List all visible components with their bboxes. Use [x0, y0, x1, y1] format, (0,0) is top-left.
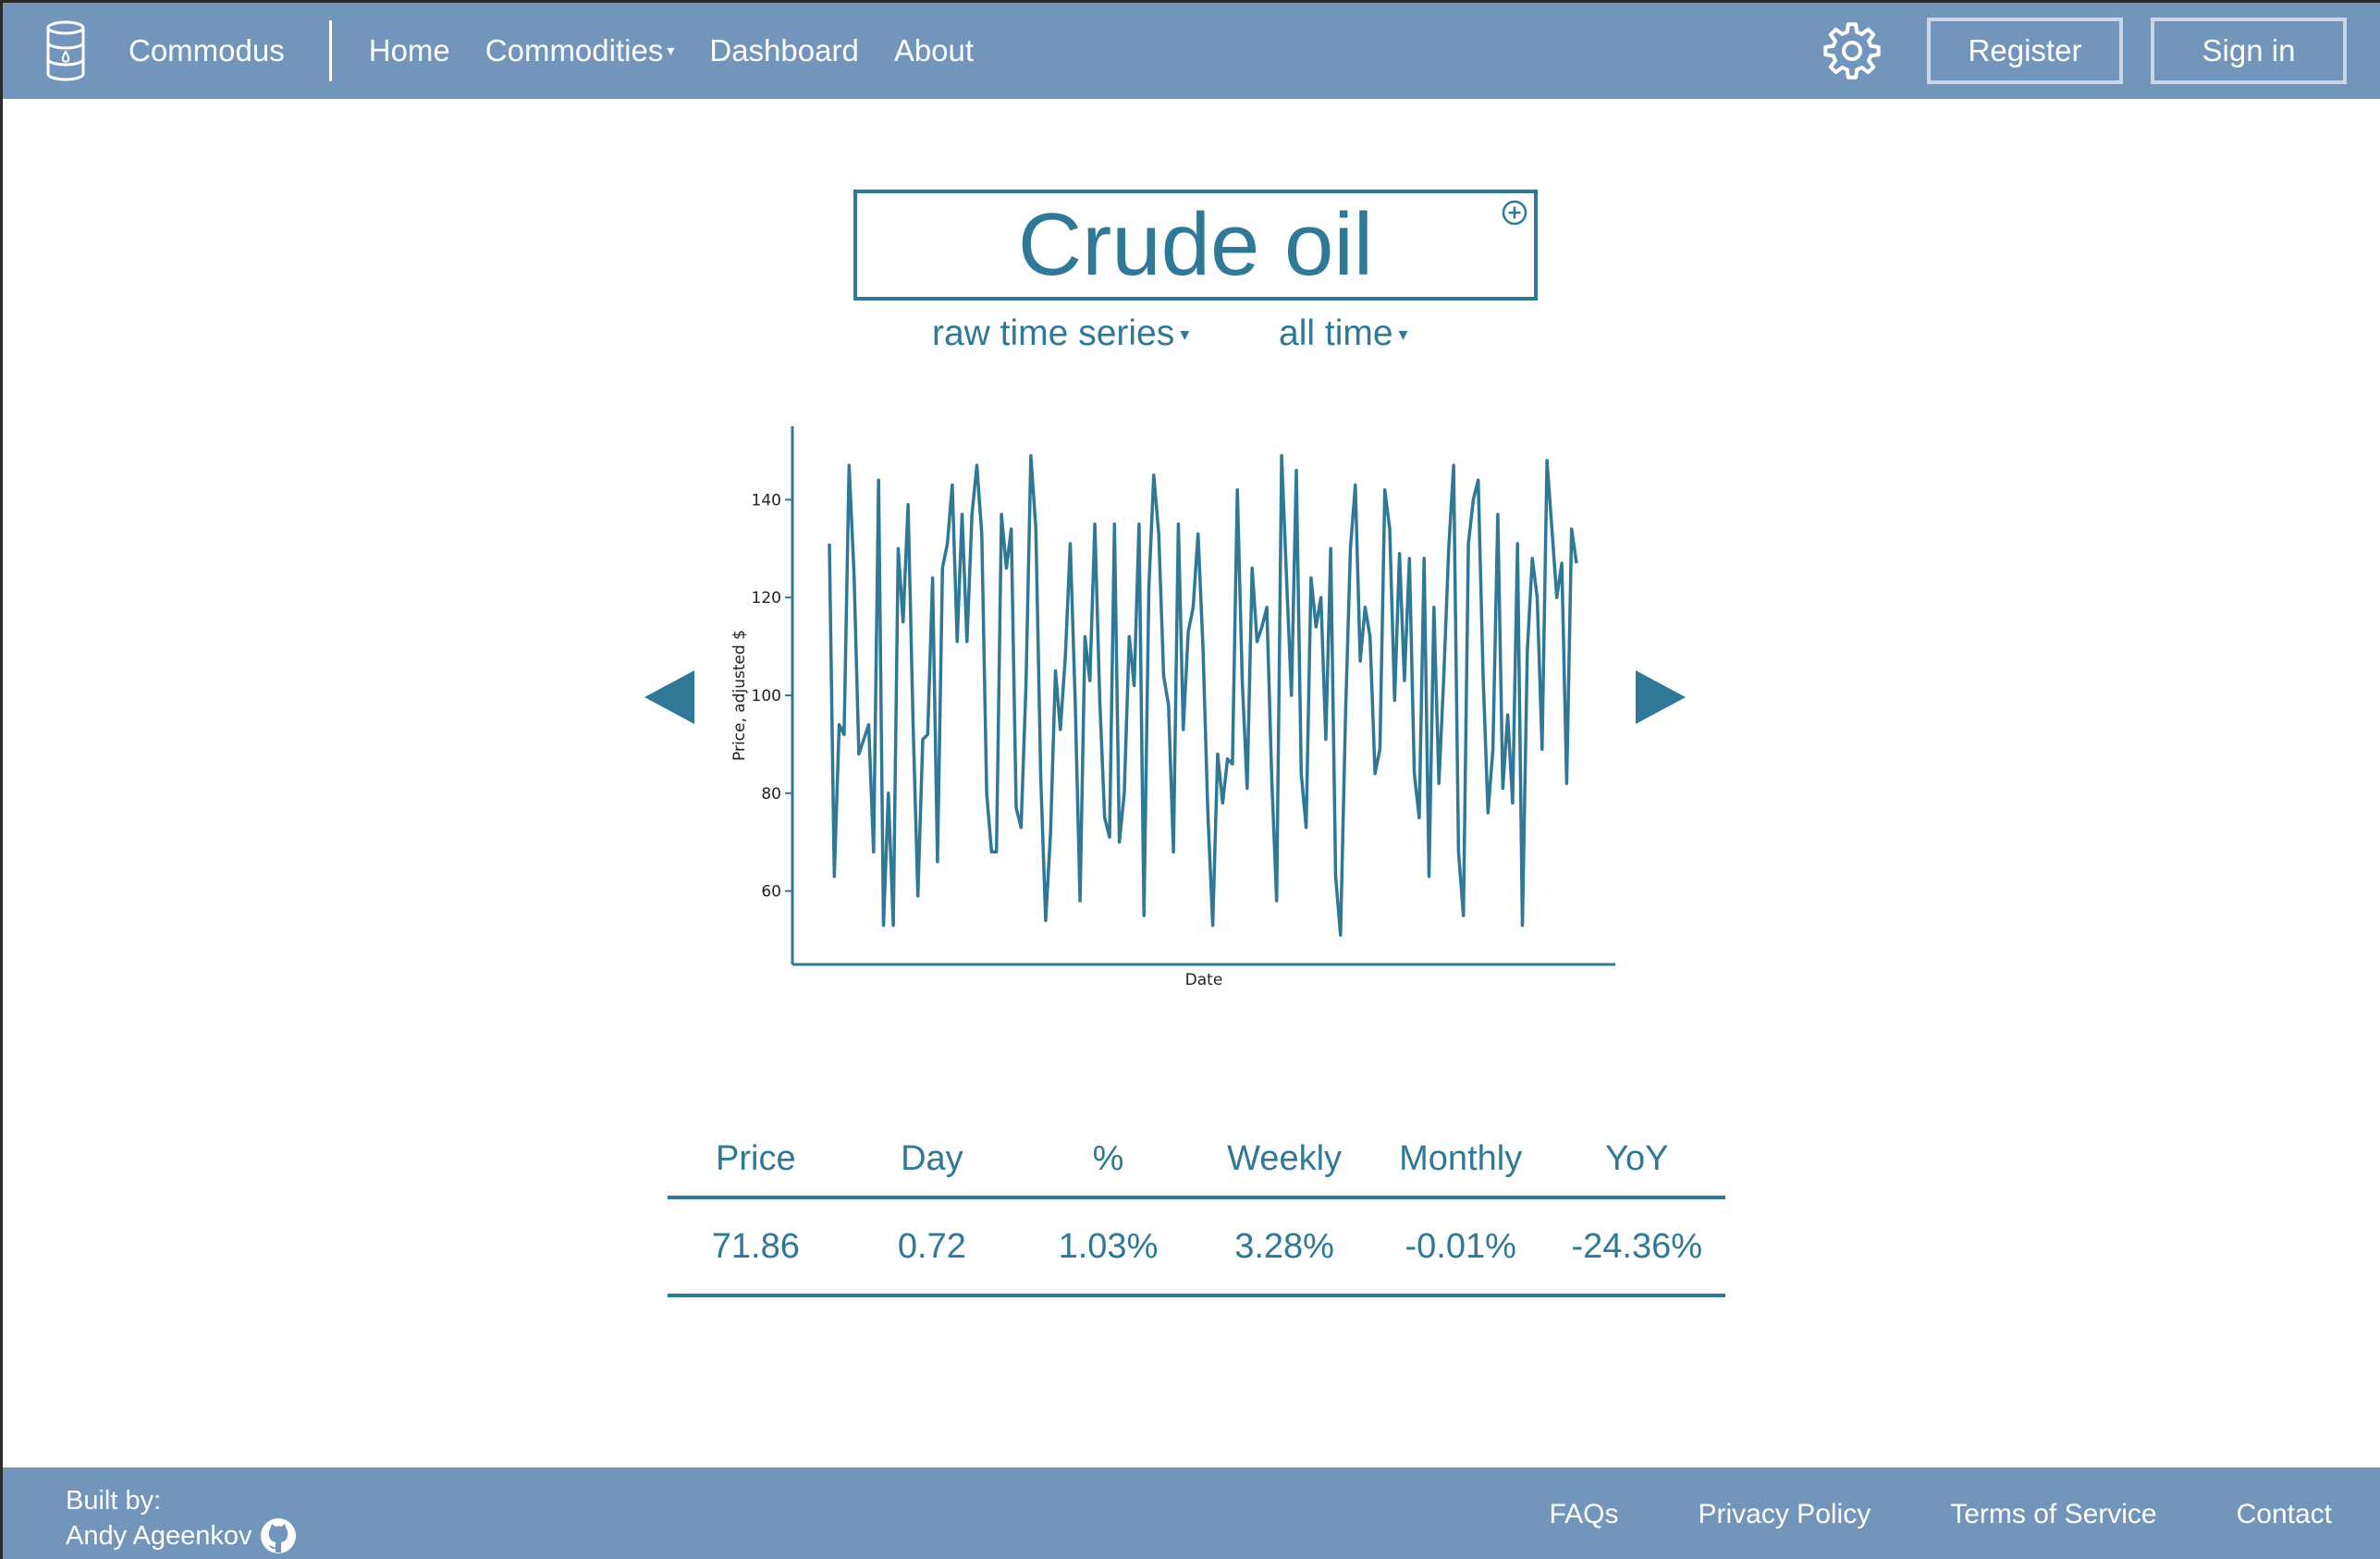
stats-value-row: 71.86 0.72 1.03% 3.28% -0.01% -24.36% [668, 1199, 1725, 1294]
stats-bottom-border [668, 1294, 1725, 1297]
stats-header-weekly: Weekly [1227, 1138, 1343, 1178]
x-axis-label: Date [1185, 971, 1223, 989]
top-navbar: Commodus Home Commodities ▾ Dashboard Ab… [3, 3, 2380, 99]
stats-header-day: Day [901, 1138, 963, 1178]
y-tick-label: 60 [761, 883, 781, 902]
next-commodity-arrow-icon[interactable] [1636, 670, 1686, 724]
brand-name[interactable]: Commodus [129, 33, 285, 68]
gear-icon[interactable] [1823, 22, 1881, 80]
footer: Built by: Andy Ageenkov FAQs Privacy Pol… [3, 1467, 2380, 1559]
nav-link-dashboard[interactable]: Dashboard [709, 33, 858, 68]
nav-links: Home Commodities ▾ Dashboard About [369, 33, 1009, 68]
stats-header-yoy: YoY [1605, 1138, 1669, 1178]
stats-header-row: Price Day % Weekly Monthly YoY [668, 1122, 1725, 1196]
stats-value-yoy: -24.36% [1571, 1226, 1703, 1266]
github-icon[interactable] [260, 1517, 297, 1554]
plus-circle-icon[interactable] [1501, 199, 1528, 227]
footer-link-privacy-policy[interactable]: Privacy Policy [1699, 1499, 1871, 1530]
series-mode-select[interactable]: raw time series ▾ [932, 313, 1189, 354]
footer-link-contact[interactable]: Contact [2237, 1499, 2332, 1530]
chevron-down-icon: ▾ [1398, 324, 1408, 345]
stats-value-weekly: 3.28% [1234, 1226, 1334, 1266]
author-name: Andy Ageenkov [66, 1521, 252, 1551]
chart-selectors: raw time series ▾ all time ▾ [3, 313, 2380, 360]
y-tick-label: 80 [761, 785, 781, 804]
price-chart: 60 80 100 120 140 Price, adjusted $ Date [730, 426, 1615, 989]
time-range-value: all time [1279, 313, 1393, 353]
stats-header-monthly: Monthly [1399, 1138, 1523, 1178]
footer-link-faqs[interactable]: FAQs [1549, 1499, 1618, 1530]
y-axis-label: Price, adjusted $ [730, 630, 749, 761]
price-series-line [828, 453, 1578, 938]
y-tick-label: 100 [752, 687, 781, 706]
nav-link-home[interactable]: Home [369, 33, 450, 68]
built-by-label: Built by: [66, 1486, 162, 1516]
chevron-down-icon: ▾ [1180, 324, 1190, 345]
nav-divider [328, 20, 332, 81]
nav-link-about[interactable]: About [894, 33, 974, 68]
stats-value-price: 71.86 [711, 1226, 800, 1266]
nav-link-commodities-label: Commodities [485, 33, 664, 68]
app-window: Commodus Home Commodities ▾ Dashboard Ab… [0, 0, 2380, 1559]
commodity-title-box: Crude oil [853, 190, 1538, 301]
footer-credits: Built by: Andy Ageenkov [66, 1484, 297, 1554]
stats-value-day: 0.72 [897, 1226, 966, 1266]
stats-header-percent: % [1092, 1138, 1124, 1178]
oil-barrel-icon [46, 20, 85, 81]
sign-in-button[interactable]: Sign in [2151, 18, 2347, 84]
footer-links: FAQs Privacy Policy Terms of Service Con… [1549, 1467, 2332, 1559]
previous-commodity-arrow-icon[interactable] [644, 670, 694, 724]
stats-value-monthly: -0.01% [1405, 1226, 1516, 1266]
y-tick-label: 140 [752, 491, 781, 509]
stats-value-percent: 1.03% [1058, 1226, 1159, 1266]
stats-table: Price Day % Weekly Monthly YoY 71.86 0.7… [668, 1122, 1725, 1297]
nav-actions: Register Sign in [1823, 18, 2380, 84]
y-tick-label: 120 [752, 589, 781, 608]
stats-header-price: Price [716, 1138, 796, 1178]
nav-link-commodities[interactable]: Commodities ▾ [485, 33, 675, 68]
page-title: Crude oil [1017, 195, 1374, 294]
series-mode-value: raw time series [932, 313, 1175, 353]
brand[interactable]: Commodus [3, 3, 285, 99]
author-row: Andy Ageenkov [66, 1517, 297, 1554]
footer-link-terms-of-service[interactable]: Terms of Service [1950, 1499, 2156, 1530]
register-button[interactable]: Register [1927, 18, 2123, 84]
chevron-down-icon: ▾ [667, 43, 675, 59]
time-range-select[interactable]: all time ▾ [1279, 313, 1408, 354]
